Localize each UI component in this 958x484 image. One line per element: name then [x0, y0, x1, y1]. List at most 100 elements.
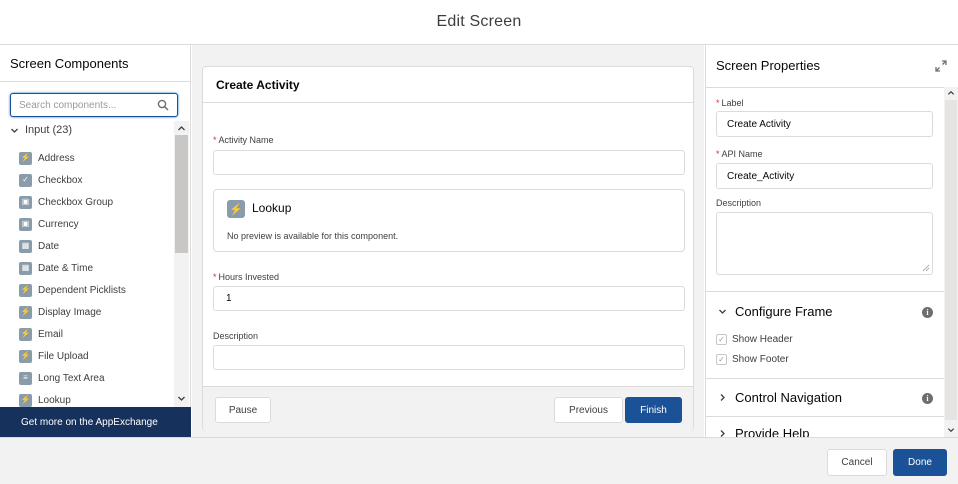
show-header-option[interactable]: ✓ Show Header — [716, 334, 793, 345]
divider — [706, 378, 944, 379]
component-item-label: Dependent Picklists — [38, 284, 126, 296]
component-item[interactable]: ⚡ Address — [19, 147, 126, 169]
component-items: ⚡ Address ✓ Checkbox ▣ Checkbox Group ▣ Currenc… — [19, 147, 126, 407]
scrollbar[interactable] — [174, 121, 189, 407]
component-item-label: Lookup — [38, 394, 71, 406]
component-item-label: Checkbox — [38, 174, 83, 186]
previous-button[interactable]: Previous — [554, 397, 623, 423]
date-icon: ▦ — [19, 239, 32, 253]
info-icon[interactable]: i — [922, 307, 933, 318]
hours-invested-label: * Hours Invested — [213, 272, 280, 282]
search-input[interactable] — [19, 95, 154, 115]
api-name-input[interactable]: Create_Activity — [716, 163, 933, 189]
divider — [706, 291, 944, 292]
scroll-thumb[interactable] — [945, 100, 957, 420]
divider — [0, 81, 191, 82]
components-list: Input (23) ⚡ Address ✓ Checkbox ▣ Checkbox Gr… — [0, 121, 191, 407]
chevron-down-icon — [719, 309, 726, 314]
component-item[interactable]: ✓ Checkbox — [19, 169, 126, 191]
scroll-up-icon[interactable] — [947, 89, 955, 97]
component-item[interactable]: ▦ Date & Time — [19, 257, 126, 279]
component-item[interactable]: ≡ Long Text Area — [19, 367, 126, 389]
component-item-label: Email — [38, 328, 64, 340]
datetime-icon: ▦ — [19, 261, 32, 275]
label-label: * Label — [716, 98, 744, 108]
component-item[interactable]: ⚡ Lookup — [19, 389, 126, 407]
lightning-icon: ⚡ — [227, 200, 245, 218]
lookup-component[interactable]: ⚡ Lookup No preview is available for thi… — [213, 189, 685, 252]
activity-name-label: * Activity Name — [213, 135, 274, 145]
modal-header: Edit Screen — [0, 0, 958, 45]
component-item[interactable]: ▣ Checkbox Group — [19, 191, 126, 213]
modal-footer: Cancel Done — [0, 437, 958, 484]
description-field[interactable] — [213, 345, 685, 370]
hours-invested-field[interactable]: 1 — [213, 286, 685, 311]
done-button[interactable]: Done — [893, 449, 947, 476]
component-item-label: Date — [38, 240, 60, 252]
description-label: Description — [213, 331, 259, 341]
component-item-label: File Upload — [38, 350, 89, 362]
configure-frame-toggle[interactable]: Configure Frame — [718, 304, 833, 319]
lightning-icon: ⚡ — [19, 349, 32, 363]
component-item-label: Checkbox Group — [38, 196, 114, 208]
currency-icon: ▣ — [19, 217, 32, 231]
lightning-icon: ⚡ — [19, 151, 32, 165]
info-icon[interactable]: i — [922, 393, 933, 404]
scrollbar[interactable] — [944, 87, 958, 437]
description-textarea[interactable] — [716, 212, 933, 275]
finish-button[interactable]: Finish — [625, 397, 682, 423]
pause-button[interactable]: Pause — [215, 397, 271, 423]
screen-canvas: Create Activity * Activity Name ⚡ Lookup … — [192, 45, 704, 437]
appexchange-link[interactable]: Get more on the AppExchange — [0, 407, 191, 437]
component-item-label: Long Text Area — [38, 372, 105, 384]
component-item[interactable]: ▦ Date — [19, 235, 126, 257]
component-item[interactable]: ⚡ Dependent Picklists — [19, 279, 126, 301]
scroll-thumb[interactable] — [175, 135, 188, 253]
description-label: Description — [716, 198, 762, 208]
resize-grip-icon[interactable] — [922, 264, 930, 272]
activity-name-field[interactable] — [213, 150, 685, 175]
checkbox-group-icon: ▣ — [19, 195, 32, 209]
label-input[interactable]: Create Activity — [716, 111, 933, 137]
show-footer-checkbox[interactable]: ✓ — [716, 354, 727, 365]
lookup-title: Lookup — [252, 201, 292, 215]
checkbox-icon: ✓ — [19, 173, 32, 187]
component-item[interactable]: ⚡ Display Image — [19, 301, 126, 323]
section-label: Control Navigation — [735, 390, 842, 405]
lookup-note: No preview is available for this compone… — [227, 231, 399, 241]
modal-title: Edit Screen — [436, 13, 522, 30]
scroll-down-icon[interactable] — [177, 394, 186, 403]
section-label: Configure Frame — [735, 304, 833, 319]
component-item-label: Address — [38, 152, 75, 164]
control-navigation-toggle[interactable]: Control Navigation — [718, 390, 842, 405]
search-box[interactable] — [10, 93, 178, 117]
textarea-icon: ≡ — [19, 371, 32, 385]
panel-title: Screen Properties — [716, 58, 821, 73]
component-item-label: Currency — [38, 218, 79, 230]
component-item-label: Display Image — [38, 306, 102, 318]
lightning-icon: ⚡ — [19, 327, 32, 341]
panel-title: Screen Components — [10, 56, 129, 71]
component-item-label: Date & Time — [38, 262, 94, 274]
input-group-toggle[interactable]: Input (23) — [10, 124, 72, 136]
screen-preview-card[interactable]: Create Activity * Activity Name ⚡ Lookup … — [202, 66, 694, 431]
chevron-down-icon — [11, 128, 18, 133]
checkbox-label: Show Header — [732, 334, 793, 345]
screen-properties-panel: Screen Properties * Label Create Activity… — [705, 45, 958, 441]
cancel-button[interactable]: Cancel — [827, 449, 887, 476]
show-footer-option[interactable]: ✓ Show Footer — [716, 354, 789, 365]
component-item[interactable]: ⚡ File Upload — [19, 345, 126, 367]
expand-icon[interactable] — [935, 60, 947, 72]
lightning-icon: ⚡ — [19, 393, 32, 407]
lightning-icon: ⚡ — [19, 305, 32, 319]
screen-title: Create Activity — [203, 67, 693, 103]
show-header-checkbox[interactable]: ✓ — [716, 334, 727, 345]
component-item[interactable]: ▣ Currency — [19, 213, 126, 235]
group-label: Input (23) — [25, 124, 73, 136]
scroll-down-icon[interactable] — [947, 426, 955, 434]
search-icon[interactable] — [157, 99, 169, 111]
scroll-up-icon[interactable] — [177, 124, 186, 133]
screen-footer: Pause Previous Finish — [203, 386, 693, 431]
component-item[interactable]: ⚡ Email — [19, 323, 126, 345]
checkbox-label: Show Footer — [732, 354, 789, 365]
